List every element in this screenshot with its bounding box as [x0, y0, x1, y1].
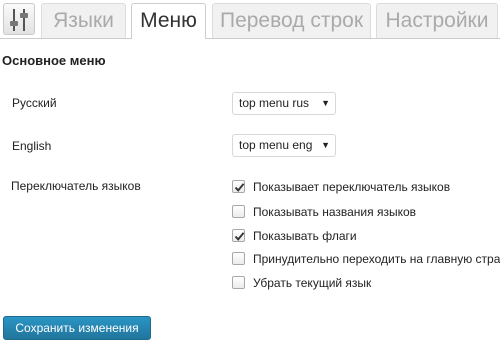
switcher-option-label: Показывает переключатель языков — [253, 180, 451, 194]
menu-select-english[interactable]: top menu eng ▼ — [232, 134, 336, 157]
menu-select-russian-value: top menu rus — [239, 96, 310, 110]
checkbox[interactable] — [232, 276, 245, 289]
checkbox[interactable] — [232, 205, 245, 218]
tab-bar: Языки Меню Перевод строк Настройки — [0, 0, 500, 39]
checkbox[interactable] — [232, 252, 245, 265]
switcher-option-label: Принудительно переходить на главную стра — [253, 252, 500, 266]
switcher-option-label: Убрать текущий язык — [253, 276, 372, 290]
dropdown-arrow-icon: ▼ — [321, 98, 330, 108]
menu-select-english-value: top menu eng — [239, 138, 313, 152]
tab-menu[interactable]: Меню — [131, 3, 206, 39]
menu-label-english: English — [12, 139, 52, 153]
menu-label-russian: Русский — [12, 96, 57, 110]
checkbox-checked[interactable] — [232, 229, 245, 242]
tab-string-translation[interactable]: Перевод строк — [212, 3, 371, 38]
save-changes-button[interactable]: Сохранить изменения — [3, 316, 151, 340]
switcher-label: Переключатель языков — [11, 179, 141, 193]
switcher-option-label: Показывать флаги — [253, 229, 357, 243]
dropdown-arrow-icon: ▼ — [321, 140, 330, 150]
section-title: Основное меню — [2, 53, 106, 68]
equalizer-sliders-icon — [3, 3, 35, 35]
checkbox-checked[interactable] — [232, 180, 245, 193]
switcher-option-label: Показывать названия языков — [253, 205, 417, 219]
tab-settings[interactable]: Настройки — [376, 3, 498, 38]
menu-select-russian[interactable]: top menu rus ▼ — [232, 92, 336, 115]
tab-languages[interactable]: Языки — [41, 3, 126, 38]
